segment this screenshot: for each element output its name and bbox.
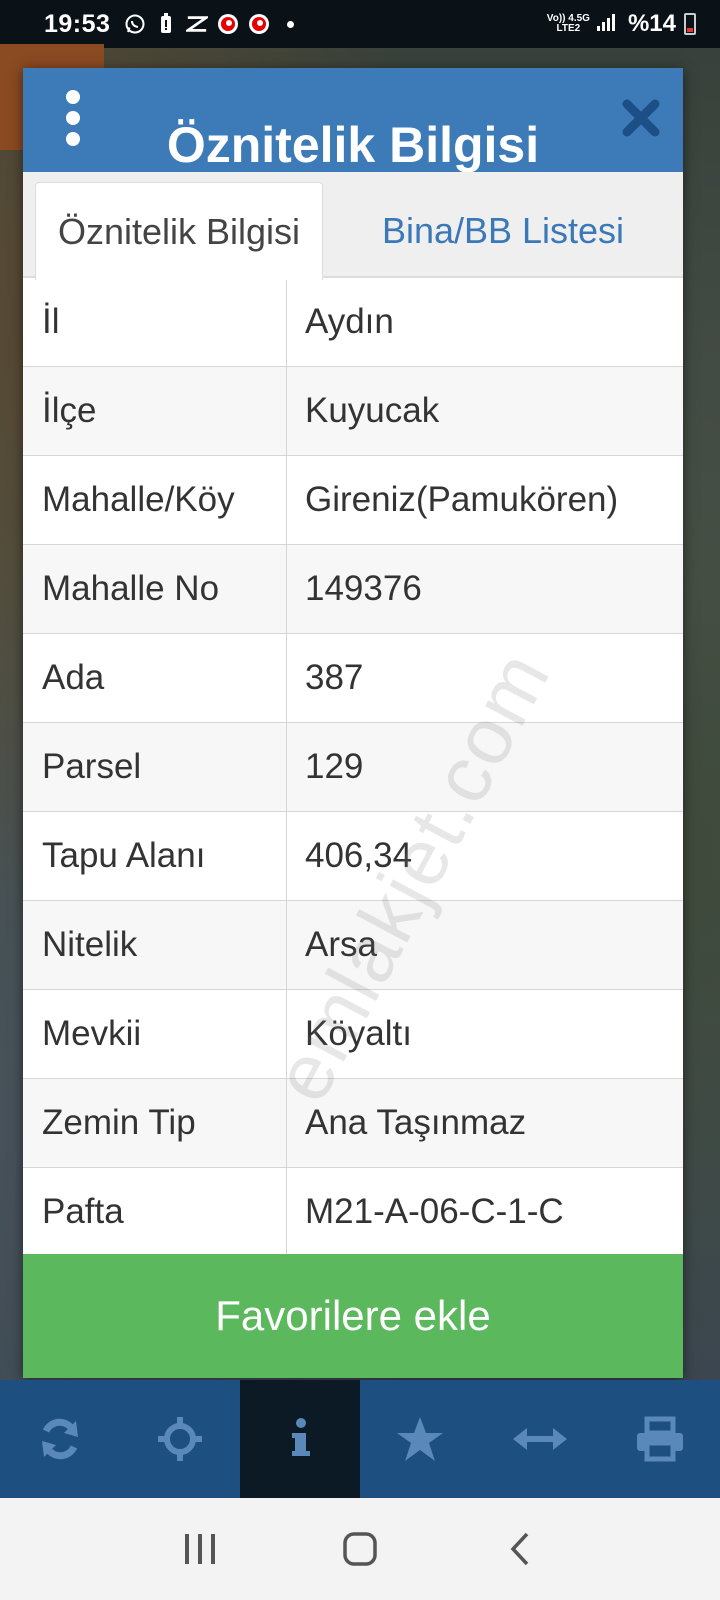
dialog-title: Öznitelik Bilgisi: [166, 117, 540, 173]
network-indicator: Vo)) 4.5G LTE2: [547, 14, 590, 34]
system-nav-bar: [0, 1498, 720, 1600]
battery-alert-icon: [155, 13, 177, 35]
row-value: 149376: [305, 569, 422, 608]
dialog-header: Öznitelik Bilgisi: [23, 68, 683, 172]
favorites-button[interactable]: [360, 1380, 480, 1498]
row-key: Tapu Alanı: [23, 812, 287, 900]
table-row: Zemin Tip Ana Taşınmaz: [23, 1079, 683, 1168]
attribute-table: İl Aydın İlçe Kuyucak Mahalle/Köy Gireni…: [23, 278, 683, 1257]
whatsapp-icon: [124, 13, 146, 35]
status-right: Vo)) 4.5G LTE2 %14: [547, 10, 696, 38]
more-notifications-dot: [287, 20, 295, 28]
row-key: İl: [23, 278, 287, 366]
locate-button[interactable]: [120, 1380, 240, 1498]
row-key: Pafta: [23, 1168, 287, 1256]
recent-apps-icon: [185, 1534, 215, 1564]
table-row: Tapu Alanı 406,34: [23, 812, 683, 901]
row-key: Mahalle/Köy: [23, 456, 287, 544]
close-button[interactable]: [619, 96, 663, 140]
table-row: Nitelik Arsa: [23, 901, 683, 990]
signal-icon: [596, 12, 618, 37]
close-icon: [622, 99, 660, 137]
row-value: 406,34: [305, 836, 413, 875]
recent-apps-button[interactable]: [170, 1519, 230, 1579]
table-row: Ada 387: [23, 634, 683, 723]
notification-icons: [124, 13, 295, 35]
status-bar: 19:53 Vo)) 4.5G LTE2 %14: [0, 0, 720, 48]
back-icon: [510, 1532, 529, 1566]
back-button[interactable]: [490, 1519, 550, 1579]
row-key: Mevkii: [23, 990, 287, 1078]
table-row: Mevkii Köyaltı: [23, 990, 683, 1079]
row-key: Mahalle No: [23, 545, 287, 633]
row-value: Kuyucak: [305, 391, 440, 430]
status-time: 19:53: [44, 9, 111, 38]
table-row: Pafta M21-A-06-C-1-C: [23, 1168, 683, 1257]
row-key: Ada: [23, 634, 287, 722]
table-row: Mahalle No 149376: [23, 545, 683, 634]
measure-button[interactable]: [480, 1380, 600, 1498]
more-options-icon[interactable]: [61, 90, 85, 146]
row-key: Parsel: [23, 723, 287, 811]
row-key: İlçe: [23, 367, 287, 455]
attribute-dialog: Öznitelik Bilgisi Öznitelik Bilgisi Bina…: [23, 68, 683, 1378]
add-favorite-button[interactable]: Favorilere ekle: [23, 1254, 683, 1378]
table-row: İlçe Kuyucak: [23, 367, 683, 456]
tab-bar: Öznitelik Bilgisi Bina/BB Listesi: [23, 172, 683, 280]
table-row: İl Aydın: [23, 278, 683, 367]
info-icon: [292, 1418, 310, 1456]
star-icon: [397, 1417, 443, 1461]
print-icon: [637, 1416, 683, 1462]
measure-icon: [513, 1428, 567, 1450]
row-key: Nitelik: [23, 901, 287, 989]
battery-percent: %14: [627, 10, 676, 37]
row-value: Gireniz(Pamukören): [305, 480, 619, 519]
print-button[interactable]: [600, 1380, 720, 1498]
row-value: M21-A-06-C-1-C: [305, 1192, 564, 1231]
home-icon: [343, 1532, 377, 1566]
network-sim: LTE2: [556, 23, 581, 34]
tab-building-list[interactable]: Bina/BB Listesi: [323, 182, 683, 280]
row-value: Aydın: [305, 302, 394, 341]
row-key: Zemin Tip: [23, 1079, 287, 1167]
row-value: Köyaltı: [305, 1014, 412, 1053]
row-value: Arsa: [305, 925, 377, 964]
refresh-icon: [42, 1418, 78, 1460]
map-toolbar: [0, 1380, 720, 1498]
row-value: Ana Taşınmaz: [305, 1103, 527, 1142]
row-value: 387: [305, 658, 364, 697]
battery-icon: [684, 13, 696, 35]
table-row: Parsel 129: [23, 723, 683, 812]
vodafone-icon-2: [248, 13, 270, 35]
table-row: Mahalle/Köy Gireniz(Pamukören): [23, 456, 683, 545]
home-button[interactable]: [330, 1519, 390, 1579]
info-button[interactable]: [240, 1380, 360, 1498]
row-value: 129: [305, 747, 364, 786]
tab-attribute-info[interactable]: Öznitelik Bilgisi: [35, 182, 323, 280]
vodafone-icon: [217, 13, 239, 35]
refresh-button[interactable]: [0, 1380, 120, 1498]
app-notification-icon: [186, 13, 209, 35]
locate-icon: [158, 1417, 202, 1461]
